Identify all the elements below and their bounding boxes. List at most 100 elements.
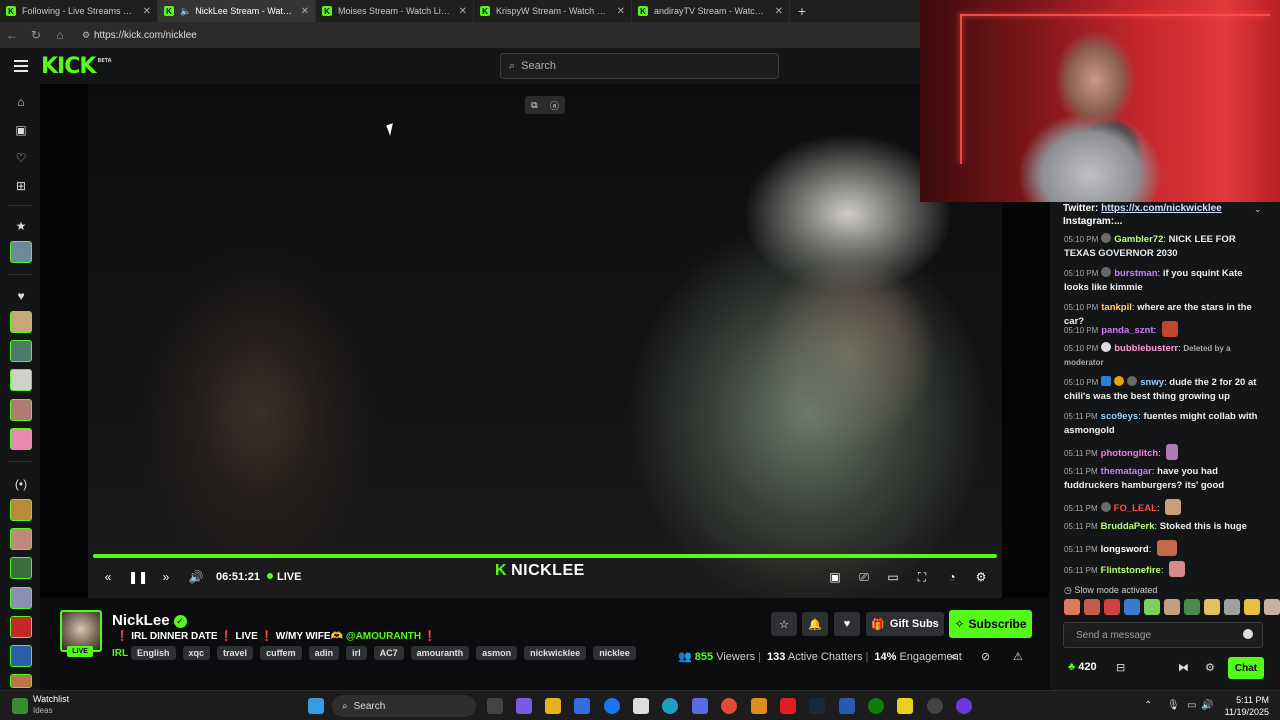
sidebar-channel-avatar[interactable] bbox=[10, 241, 32, 263]
quality-icon[interactable]: ◔ bbox=[943, 568, 961, 586]
stocks-widget-icon[interactable] bbox=[12, 698, 28, 714]
chat-username[interactable]: snwy bbox=[1140, 377, 1164, 388]
tag[interactable]: xqc bbox=[182, 646, 211, 660]
sidebar-channel-avatar[interactable] bbox=[10, 311, 32, 333]
following-heart-icon[interactable]: ♡ bbox=[12, 149, 30, 167]
amazon-icon[interactable] bbox=[633, 698, 649, 714]
kick-logo[interactable]: KICK BETA bbox=[41, 54, 112, 79]
emote-icon[interactable] bbox=[1064, 599, 1080, 615]
emote-icon[interactable] bbox=[1204, 599, 1220, 615]
chat-username[interactable]: Gambler72 bbox=[1114, 234, 1163, 245]
file-explorer-icon[interactable] bbox=[545, 698, 561, 714]
rewind-icon[interactable]: « bbox=[98, 568, 118, 586]
sidebar-channel-avatar[interactable] bbox=[10, 369, 32, 391]
chat-username[interactable]: panda_sznt bbox=[1101, 325, 1153, 336]
xbox-icon[interactable] bbox=[868, 698, 884, 714]
new-tab-icon[interactable]: + bbox=[790, 0, 814, 22]
video-player[interactable]: ⧉ ⓐ « ❚❚ » 🔊 06:51:21 LIVE K NICKLEE ▣ ⎚ … bbox=[40, 84, 1050, 598]
gift-subs-button[interactable]: 🎁 Gift Subs bbox=[866, 612, 944, 636]
chat-username[interactable]: FO_LEAL bbox=[1114, 503, 1157, 514]
back-icon[interactable]: ← bbox=[0, 28, 24, 42]
site-info-icon[interactable]: ⚙ bbox=[78, 30, 94, 41]
stream-video-frame[interactable] bbox=[88, 84, 1002, 598]
pause-icon[interactable]: ❚❚ bbox=[128, 568, 148, 586]
emote-icon[interactable] bbox=[1144, 599, 1160, 615]
browser-tab[interactable]: K KrispyW Stream - Watch Live on Kick ✕ bbox=[474, 0, 632, 22]
browser-tab[interactable]: K Moises Stream - Watch Live on Kick ✕ bbox=[316, 0, 474, 22]
store-app-icon[interactable] bbox=[574, 698, 590, 714]
tag[interactable]: cuffem bbox=[260, 646, 302, 660]
notifications-bell-button[interactable]: 🔔 bbox=[802, 612, 828, 636]
edge-browser-icon[interactable] bbox=[662, 698, 678, 714]
browse-icon[interactable]: ▣ bbox=[12, 121, 30, 139]
sidebar-channel-avatar[interactable] bbox=[10, 557, 32, 579]
browser-tab-active[interactable]: K 🔈 NickLee Stream - Watch Live on Kick … bbox=[158, 0, 316, 22]
app-icon[interactable] bbox=[839, 698, 855, 714]
star-icon[interactable]: ★ bbox=[12, 217, 30, 235]
settings-gear-icon[interactable]: ⚙ bbox=[972, 568, 990, 586]
chat-username[interactable]: thematagar bbox=[1101, 466, 1152, 477]
emote-icon[interactable] bbox=[1124, 599, 1140, 615]
speaker-icon[interactable]: 🔈 bbox=[180, 6, 191, 17]
sidebar-channel-avatar[interactable] bbox=[10, 674, 32, 688]
report-warning-icon[interactable]: ⚠ bbox=[1013, 650, 1023, 663]
chat-username[interactable]: burstman bbox=[1114, 268, 1157, 279]
hide-eye-icon[interactable]: ⊘ bbox=[981, 650, 990, 663]
sidebar-channel-avatar[interactable] bbox=[10, 645, 32, 667]
emote-icon[interactable] bbox=[1104, 599, 1120, 615]
tag[interactable]: amouranth bbox=[410, 646, 470, 660]
chat-message-input[interactable]: Send a message bbox=[1063, 622, 1263, 648]
obs-icon[interactable] bbox=[927, 698, 943, 714]
heart-icon[interactable]: ♥ bbox=[12, 287, 30, 305]
title-mention[interactable]: @AMOURANTH bbox=[346, 631, 421, 642]
emote-icon[interactable] bbox=[1184, 599, 1200, 615]
taskbar-search[interactable]: ⌕ Search bbox=[332, 695, 476, 717]
tag[interactable]: travel bbox=[217, 646, 254, 660]
tag[interactable]: English bbox=[131, 646, 176, 660]
follow-heart-button[interactable]: ♥ bbox=[834, 612, 860, 636]
volume-icon[interactable]: 🔊 bbox=[186, 568, 206, 586]
browser-tab[interactable]: K Following - Live Streams on Kick ✕ bbox=[0, 0, 158, 22]
live-broadcast-icon[interactable]: (•) bbox=[12, 475, 30, 493]
close-tab-icon[interactable]: ✕ bbox=[301, 6, 309, 17]
vlc-icon[interactable] bbox=[751, 698, 767, 714]
clock[interactable]: 5:11 PM 11/19/2025 bbox=[1213, 694, 1269, 718]
chat-username[interactable]: bubblebusterr bbox=[1114, 343, 1178, 354]
pip-icon[interactable]: ▣ bbox=[826, 568, 844, 586]
reload-icon[interactable]: ↻ bbox=[24, 28, 48, 42]
calculator-icon[interactable] bbox=[692, 698, 708, 714]
notes-icon[interactable] bbox=[897, 698, 913, 714]
chevron-up-icon[interactable]: ⌃ bbox=[1144, 700, 1152, 711]
monitor-icon[interactable]: ▭ bbox=[1187, 700, 1196, 711]
search-input[interactable]: ⌕ Search bbox=[500, 53, 779, 79]
live-indicator[interactable]: LIVE bbox=[267, 571, 301, 583]
sidebar-channel-avatar[interactable] bbox=[10, 587, 32, 609]
sidebar-channel-avatar[interactable] bbox=[10, 499, 32, 521]
subscribe-button[interactable]: ✧ Subscribe bbox=[949, 610, 1032, 638]
theater-mode-icon[interactable]: ⧉ bbox=[531, 100, 537, 111]
translate-icon[interactable]: ⓐ bbox=[550, 99, 559, 112]
category-link[interactable]: IRL bbox=[112, 648, 128, 659]
tag[interactable]: adin bbox=[308, 646, 340, 660]
close-tab-icon[interactable]: ✕ bbox=[143, 6, 151, 17]
progress-bar[interactable] bbox=[93, 554, 997, 558]
watchlist-widget[interactable]: Watchlist Ideas bbox=[33, 694, 69, 716]
microphone-icon[interactable]: 🎙 bbox=[1167, 700, 1180, 711]
tag[interactable]: nickwicklee bbox=[524, 646, 587, 660]
home-icon[interactable]: ⌂ bbox=[12, 93, 30, 111]
sidebar-channel-avatar[interactable] bbox=[10, 340, 32, 362]
chat-username[interactable]: tankpil bbox=[1101, 302, 1132, 313]
browser-tab[interactable]: K andirayTV Stream - Watch Live on Kick … bbox=[632, 0, 790, 22]
fullscreen-icon[interactable]: ⛶ bbox=[913, 568, 931, 586]
close-tab-icon[interactable]: ✕ bbox=[617, 6, 625, 17]
youtube-icon[interactable] bbox=[780, 698, 796, 714]
chat-username[interactable]: sco9eys bbox=[1101, 411, 1139, 422]
clip-icon[interactable]: ⎚ bbox=[855, 568, 873, 586]
predictions-icon[interactable]: ⧓ bbox=[1178, 661, 1189, 674]
sidebar-channel-avatar[interactable] bbox=[10, 399, 32, 421]
close-tab-icon[interactable]: ✕ bbox=[459, 6, 467, 17]
forward-icon[interactable]: » bbox=[156, 568, 176, 586]
emote-icon[interactable] bbox=[1084, 599, 1100, 615]
chat-username[interactable]: Flintstonefire bbox=[1101, 565, 1161, 576]
favorite-star-button[interactable]: ☆ bbox=[771, 612, 797, 636]
